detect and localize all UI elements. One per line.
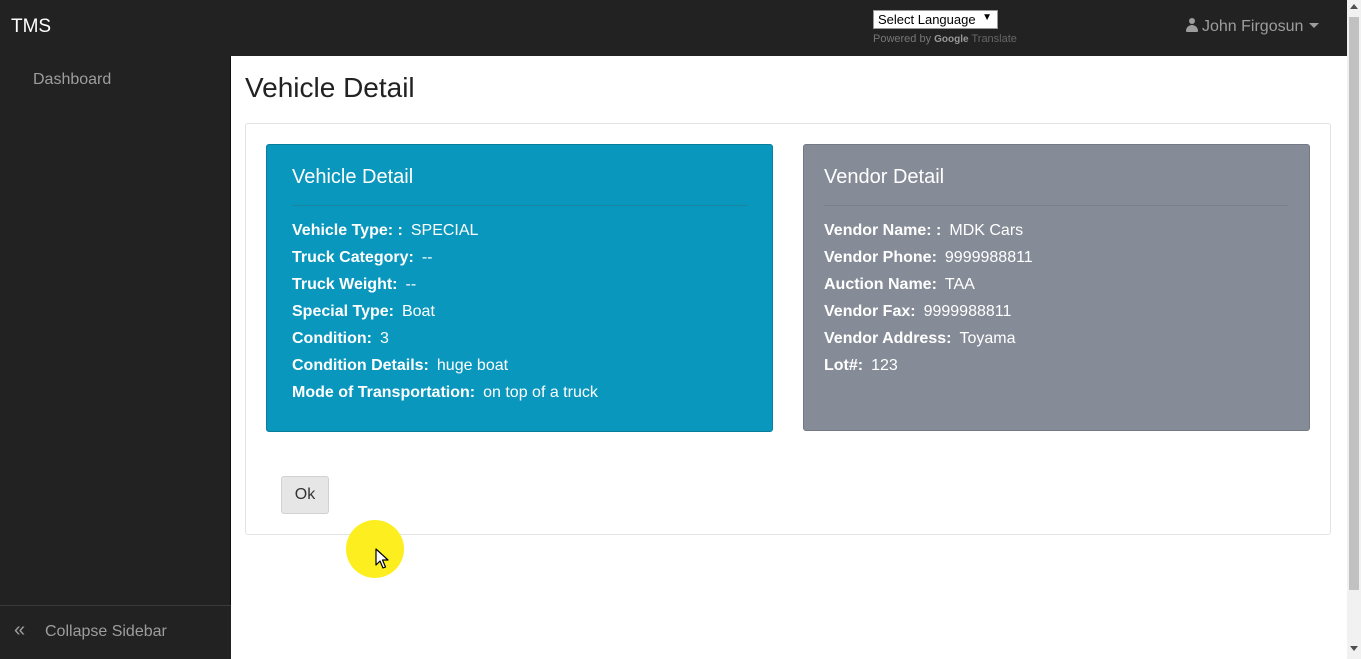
collapse-sidebar-label: Collapse Sidebar xyxy=(45,623,167,640)
dropdown-arrow-icon: ▼ xyxy=(982,12,992,23)
mouse-pointer-icon xyxy=(375,548,389,569)
field-value: huge boat xyxy=(436,357,509,374)
double-chevron-left-icon: « xyxy=(14,619,26,641)
field-value: Boat xyxy=(401,303,435,320)
language-select[interactable]: Select Language ▼ xyxy=(873,10,998,29)
google-translate-widget: Select Language ▼ Powered by Google Tran… xyxy=(873,10,1017,45)
field-value: 9999988811 xyxy=(944,249,1033,266)
field-label: Vendor Phone: xyxy=(824,249,937,266)
field-row: Special Type: Boat xyxy=(292,302,598,329)
field-row: Vehicle Type: : SPECIAL xyxy=(292,221,598,248)
field-row: Truck Weight: -- xyxy=(292,275,598,302)
field-label: Condition Details: xyxy=(292,357,429,374)
field-label: Condition: xyxy=(292,330,372,347)
user-icon xyxy=(1186,18,1198,32)
field-value: on top of a truck xyxy=(483,384,598,401)
field-label: Mode of Transportation: xyxy=(292,384,476,401)
powered-by-google-translate: Powered by Google Translate xyxy=(873,33,1017,45)
scrollbar-thumb[interactable] xyxy=(1349,17,1359,590)
field-row: Lot#: 123 xyxy=(824,356,1033,383)
field-value: TAA xyxy=(944,276,975,293)
field-label: Vehicle Type: : xyxy=(292,222,403,239)
field-value: SPECIAL xyxy=(410,222,479,239)
user-name: John Firgosun xyxy=(1202,18,1304,35)
field-label: Vendor Address: xyxy=(824,330,952,347)
field-label: Truck Weight: xyxy=(292,276,398,293)
sidebar-item-dashboard[interactable]: Dashboard xyxy=(33,71,111,89)
sidebar: Dashboard « Collapse Sidebar xyxy=(0,56,231,659)
vehicle-detail-card: Vehicle Detail Vehicle Type: : SPECIAL Tr… xyxy=(266,144,773,432)
translate-link[interactable]: Translate xyxy=(971,33,1016,45)
field-row: Mode of Transportation: on top of a truck xyxy=(292,383,598,410)
field-row: Truck Category: -- xyxy=(292,248,598,275)
field-value: 3 xyxy=(379,330,389,347)
scroll-up-arrow-icon[interactable] xyxy=(1350,4,1358,9)
top-navbar: TMS Select Language ▼ Powered by Google … xyxy=(0,0,1347,56)
field-label: Vendor Fax: xyxy=(824,303,916,320)
field-row: Condition: 3 xyxy=(292,329,598,356)
page-title: Vehicle Detail xyxy=(245,72,415,103)
field-value: 9999988811 xyxy=(923,303,1012,320)
field-value: -- xyxy=(405,276,417,293)
google-logo[interactable]: Google xyxy=(934,34,968,45)
vendor-detail-title: Vendor Detail xyxy=(824,166,945,188)
vehicle-detail-fields: Vehicle Type: : SPECIAL Truck Category: --… xyxy=(292,221,598,410)
field-row: Vendor Name: : MDK Cars xyxy=(824,221,1033,248)
field-row: Condition Details: huge boat xyxy=(292,356,598,383)
field-value: 123 xyxy=(871,357,898,374)
field-row: Vendor Address: Toyama xyxy=(824,329,1033,356)
ok-button[interactable]: Ok xyxy=(281,476,329,514)
field-value: Toyama xyxy=(959,330,1016,347)
field-label: Auction Name: xyxy=(824,276,937,293)
field-row: Auction Name: TAA xyxy=(824,275,1033,302)
field-row: Vendor Phone: 9999988811 xyxy=(824,248,1033,275)
field-value: -- xyxy=(421,249,433,266)
vendor-detail-fields: Vendor Name: : MDK Cars Vendor Phone: 9999… xyxy=(824,221,1033,383)
caret-down-icon xyxy=(1309,23,1320,28)
brand-logo[interactable]: TMS xyxy=(11,16,51,38)
powered-by-text: Powered by xyxy=(873,33,932,45)
vendor-detail-card: Vendor Detail Vendor Name: : MDK Cars Ven… xyxy=(803,144,1310,431)
card-divider xyxy=(824,205,1288,206)
field-value: MDK Cars xyxy=(949,222,1024,239)
vehicle-detail-title: Vehicle Detail xyxy=(292,166,414,188)
field-label: Vendor Name: : xyxy=(824,222,942,239)
collapse-sidebar-button[interactable]: « Collapse Sidebar xyxy=(0,605,231,659)
user-menu-dropdown[interactable]: John Firgosun xyxy=(1186,18,1320,36)
field-row: Vendor Fax: 9999988811 xyxy=(824,302,1033,329)
field-label: Truck Category: xyxy=(292,249,414,266)
scroll-down-arrow-icon[interactable] xyxy=(1350,646,1358,651)
field-label: Lot#: xyxy=(824,357,864,374)
language-select-label: Select Language xyxy=(878,12,976,27)
vertical-scrollbar[interactable] xyxy=(1347,0,1361,659)
field-label: Special Type: xyxy=(292,303,394,320)
card-divider xyxy=(292,205,748,206)
